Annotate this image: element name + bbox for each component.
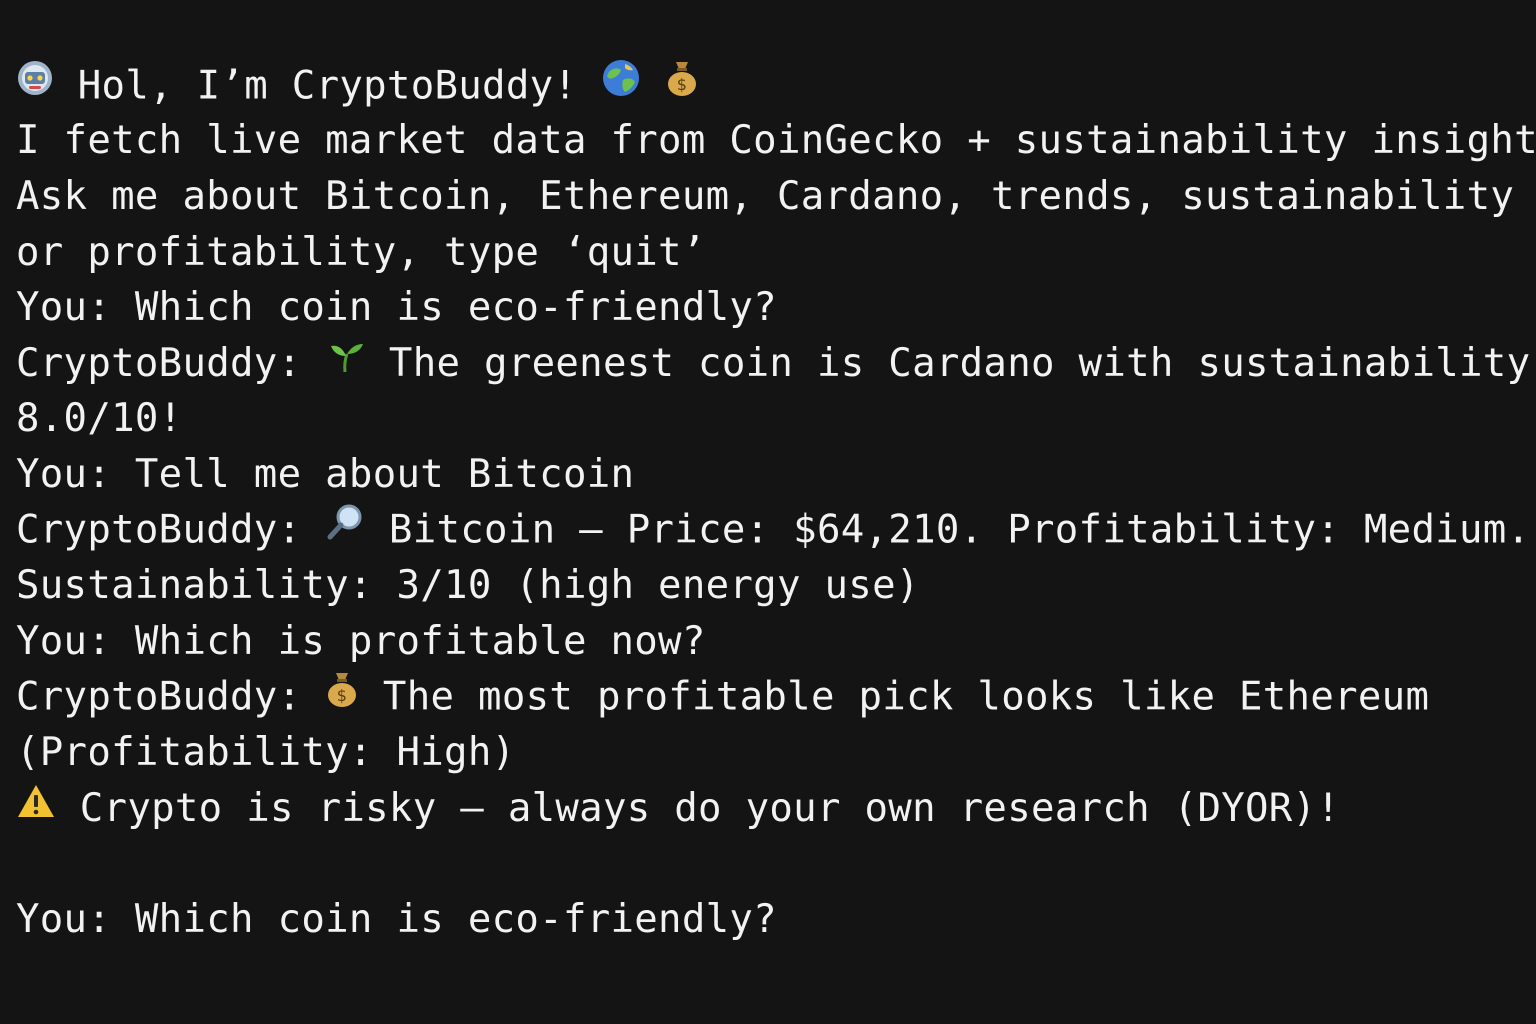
user-message: You: Tell me about Bitcoin (16, 452, 635, 497)
bot-prefix: CryptoBuddy: (16, 507, 326, 553)
prompt-input-line[interactable]: You: Which coin is eco-friendly? (16, 896, 777, 944)
robot-icon (16, 59, 54, 109)
bot-message: CryptoBuddy: Bitcoin – Price: $64,210. P… (16, 504, 1531, 554)
terminal-window[interactable]: Hol, I’m CryptoBuddy! $ I fetch live mar… (0, 0, 1536, 1024)
bot-prefix: CryptoBuddy: (16, 341, 326, 386)
greeting-line: Hol, I’m CryptoBuddy! $ (16, 59, 699, 110)
bot-text: The most profitable pick looks like Ethe… (359, 674, 1430, 720)
svg-text:$: $ (676, 75, 686, 94)
intro-line-2: Ask me about Bitcoin, Ethereum, Cardano,… (16, 174, 1515, 219)
globe-icon (601, 58, 641, 110)
bot-message: CryptoBuddy: The greenest coin is Cardan… (16, 340, 1530, 388)
magnifier-icon (325, 502, 365, 554)
user-message: You: Which coin is eco-friendly? (16, 285, 777, 330)
bot-text: Bitcoin – Price: $64,210. Profitability:… (365, 507, 1531, 553)
intro-line-1: I fetch live market data from CoinGecko … (16, 118, 1536, 163)
user-message: You: Which is profitable now? (16, 619, 706, 664)
intro-line-3: or profitability, type ‘quit’ (16, 230, 706, 275)
bot-prefix: CryptoBuddy: (16, 674, 326, 720)
warning-icon (16, 783, 56, 831)
bot-message-continued: 8.0/10! (16, 396, 183, 441)
warning-line: Crypto is risky – always do your own res… (16, 783, 1341, 833)
bot-message-continued: Sustainability: 3/10 (high energy use) (16, 563, 920, 608)
bot-text: The greenest coin is Cardano with sustai… (365, 341, 1531, 386)
money-bag-icon: $ (325, 669, 359, 721)
money-bag-icon: $ (665, 58, 699, 110)
svg-text:$: $ (337, 686, 347, 705)
bot-message-continued: (Profitability: High) (16, 730, 516, 775)
warning-text: Crypto is risky – always do your own res… (56, 786, 1341, 831)
greeting-text: Hol, I’m CryptoBuddy! (54, 63, 601, 109)
seedling-icon (325, 338, 365, 386)
bot-message: CryptoBuddy: $ The most profitable pick … (16, 673, 1429, 721)
